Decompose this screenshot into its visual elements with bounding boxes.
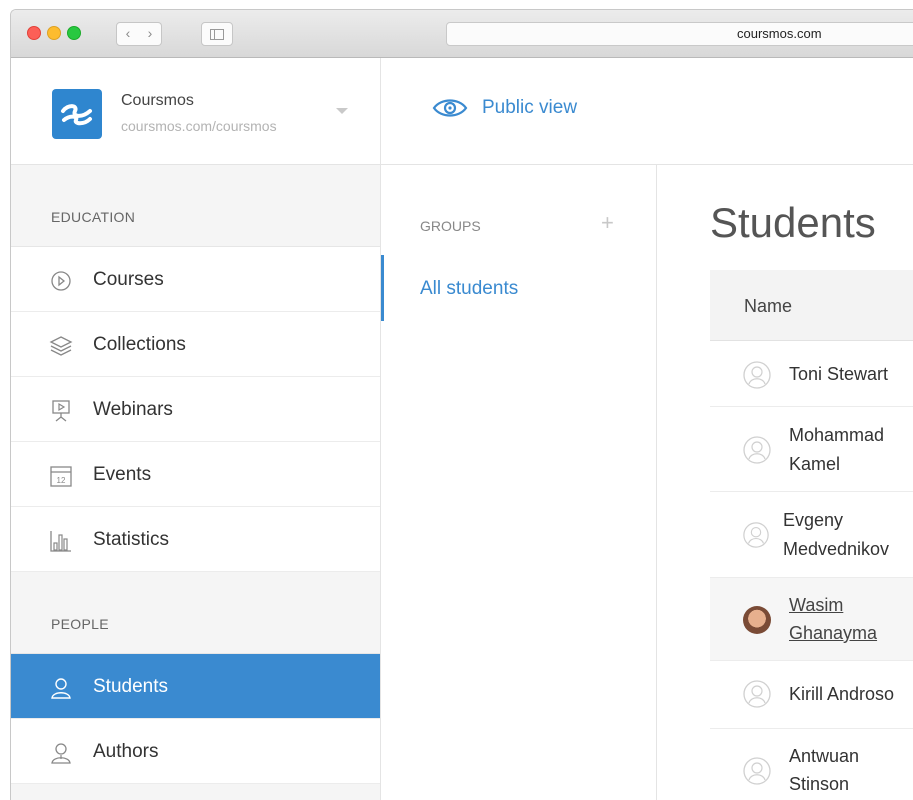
default-avatar-icon [743, 361, 771, 389]
add-group-button[interactable]: + [601, 210, 614, 236]
sidebar-item-label: Authors [93, 741, 159, 762]
table-row[interactable]: Mohammad Kamel [710, 407, 913, 492]
coursmos-logo-icon [61, 104, 92, 126]
default-avatar-icon [743, 436, 771, 464]
section-heading-people: PEOPLE [11, 572, 380, 654]
eye-icon [432, 99, 468, 117]
browser-titlebar: ‹ › coursmos.com [11, 10, 913, 58]
table-row[interactable]: Wasim Ghanayma [710, 578, 913, 661]
students-panel: Students Name Toni Stewart Mohammad Kame [657, 165, 913, 800]
sidebar-nav: EDUCATION Courses Collections Webinars 1… [11, 165, 381, 800]
groups-panel: GROUPS + All students [381, 165, 657, 800]
minimize-window-button[interactable] [47, 26, 61, 40]
student-name-first[interactable]: Wasim [789, 591, 843, 620]
sidebar-item-label: Statistics [93, 529, 170, 550]
bar-chart-icon [50, 531, 71, 552]
back-button[interactable]: ‹ [116, 22, 140, 46]
table-row[interactable]: Kirill Androso [710, 661, 913, 729]
browser-window: ‹ › coursmos.com Coursmos coursmos.com/c… [10, 9, 913, 800]
close-window-button[interactable] [27, 26, 41, 40]
active-group-indicator [381, 255, 384, 321]
section-heading-education: EDUCATION [11, 165, 380, 247]
student-name-last[interactable]: Medvednikov [783, 535, 889, 564]
sidebar-item-webinars[interactable]: Webinars [11, 377, 380, 442]
sidebar-item-label: Collections [93, 334, 186, 355]
address-bar[interactable]: coursmos.com [446, 22, 913, 46]
table-row[interactable]: Antwuan Stinson [710, 729, 913, 800]
column-header-name[interactable]: Name [710, 270, 913, 341]
sidebar-item-students[interactable]: Students [11, 654, 380, 719]
table-row[interactable]: Toni Stewart [710, 341, 913, 407]
students-table: Name Toni Stewart Mohammad Kamel Evgeny … [710, 270, 913, 800]
user-icon [51, 678, 71, 699]
brand-url: coursmos.com/coursmos [121, 118, 277, 134]
author-icon [51, 743, 71, 764]
top-bar: Public view [381, 58, 913, 165]
calendar-icon: 12 [50, 466, 72, 487]
layers-icon [49, 336, 73, 356]
sidebar-toggle-button[interactable] [201, 22, 233, 46]
student-name-last[interactable]: Kamel [789, 450, 840, 479]
sidebar-item-collections[interactable]: Collections [11, 312, 380, 377]
default-avatar-icon [743, 757, 771, 785]
brand-name: Coursmos [121, 92, 194, 109]
sidebar-item-events[interactable]: 12 Events [11, 442, 380, 507]
sidebar-item-label: Events [93, 464, 152, 485]
sidebar-item-label: Courses [93, 269, 164, 290]
default-avatar-icon [743, 522, 769, 548]
maximize-window-button[interactable] [67, 26, 81, 40]
public-view-label: Public view [482, 97, 578, 118]
group-item-all-students[interactable]: All students [420, 278, 518, 300]
student-name-last[interactable]: Stinson [789, 770, 849, 799]
avatar [743, 606, 771, 634]
page-title: Students [710, 199, 876, 246]
sidebar-item-authors[interactable]: Authors [11, 719, 380, 784]
forward-button[interactable]: › [139, 22, 162, 46]
sidebar-icon [210, 29, 224, 40]
student-name-first[interactable]: Mohammad [789, 421, 884, 450]
student-name-last[interactable]: Ghanayma [789, 619, 877, 648]
account-switcher[interactable]: Coursmos coursmos.com/coursmos [11, 58, 381, 165]
sidebar-item-statistics[interactable]: Statistics [11, 507, 380, 572]
student-name[interactable]: Kirill Androso [789, 680, 894, 709]
student-name[interactable]: Toni Stewart [789, 360, 888, 389]
brand-logo [52, 89, 102, 139]
sidebar-item-label: Webinars [93, 399, 173, 420]
sidebar-item-courses[interactable]: Courses [11, 247, 380, 312]
student-name-first[interactable]: Antwuan [789, 742, 859, 771]
student-name-first[interactable]: Evgeny [783, 506, 843, 535]
address-bar-url: coursmos.com [737, 26, 822, 41]
play-circle-icon [51, 271, 71, 291]
sidebar-item-label: Students [93, 676, 168, 697]
presentation-icon [52, 400, 70, 422]
default-avatar-icon [743, 680, 771, 708]
calendar-day: 12 [57, 476, 66, 485]
table-row[interactable]: Evgeny Medvednikov [710, 492, 913, 578]
public-view-link[interactable]: Public view [432, 97, 577, 119]
chevron-down-icon[interactable] [336, 108, 348, 114]
groups-heading: GROUPS [420, 218, 481, 234]
